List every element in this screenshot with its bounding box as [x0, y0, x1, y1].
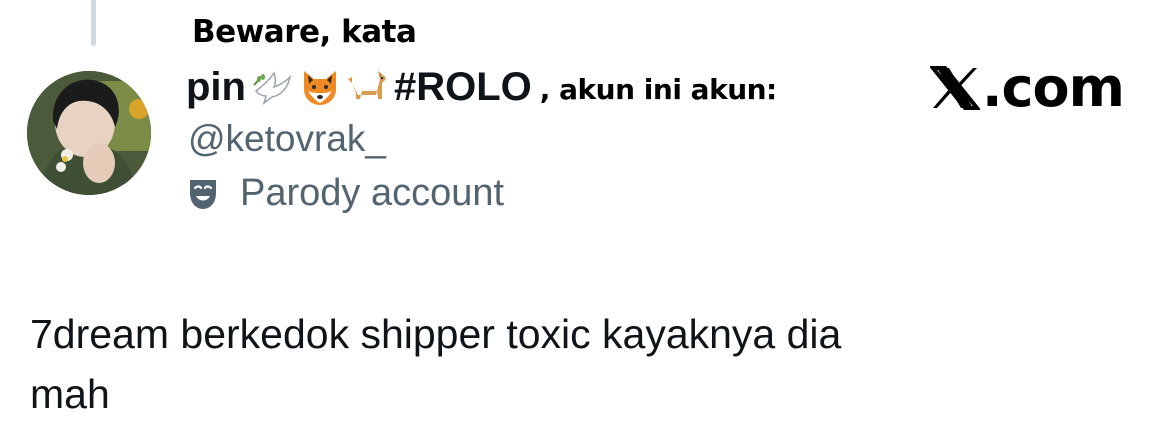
author-display-name[interactable]: pin #ROLO	[186, 65, 532, 110]
display-name-suffix: #ROLO	[393, 64, 532, 109]
avatar[interactable]	[27, 71, 151, 195]
display-name-prefix: pin	[186, 64, 246, 109]
thread-connector-line	[91, 0, 96, 46]
overlay-caption-top: Beware, kata	[192, 14, 417, 50]
parody-label: Parody account	[188, 172, 504, 215]
parody-label-text: Parody account	[240, 172, 505, 214]
overlay-caption-middle: , akun ini akun:	[539, 72, 777, 106]
author-name-row: pin #ROLO , akun ini akun:	[186, 60, 777, 114]
avatar-image	[27, 71, 151, 195]
tweet-text-line: 7dream berkedok shipper toxic kayaknya d…	[30, 311, 842, 357]
watermark-text: .com	[982, 56, 1125, 119]
fox-icon	[303, 71, 336, 105]
dove-icon	[253, 71, 292, 105]
tweet-text: 7dream berkedok shipper toxic kayaknya d…	[30, 304, 1150, 424]
x-com-watermark: .com	[930, 56, 1125, 119]
author-handle[interactable]: @ketovrak_	[188, 118, 386, 160]
parody-mask-icon	[190, 179, 216, 209]
x-logo-icon	[930, 65, 980, 110]
dog-icon	[347, 71, 386, 99]
tweet-text-line: mah	[30, 371, 110, 417]
